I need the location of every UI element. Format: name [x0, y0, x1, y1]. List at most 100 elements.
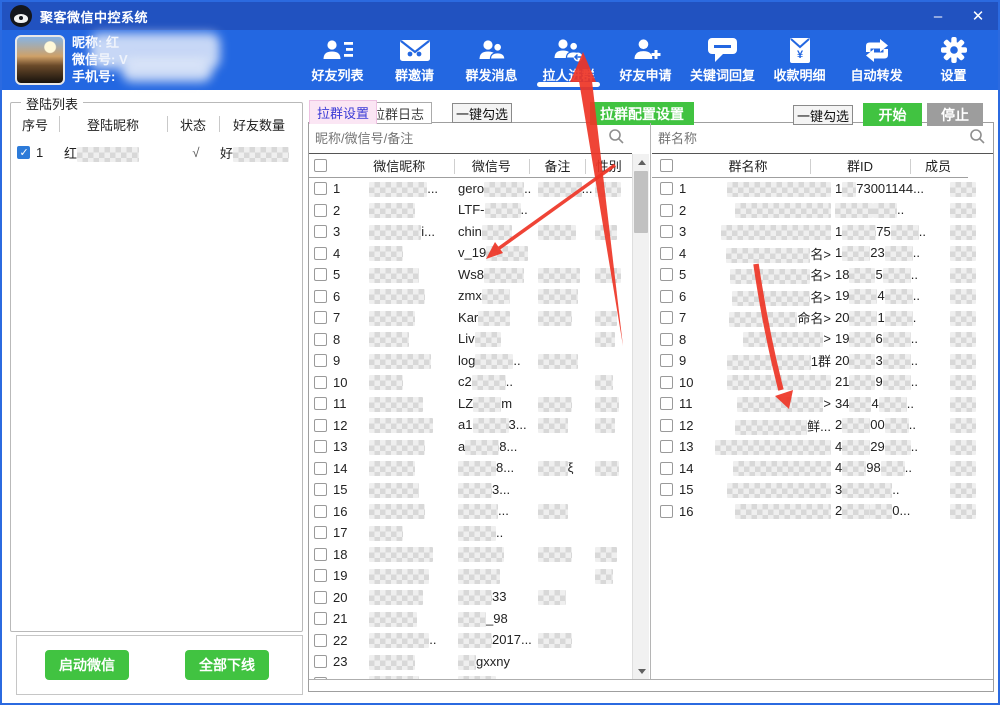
- row-checkbox[interactable]: [314, 462, 327, 475]
- row-checkbox[interactable]: [314, 311, 327, 324]
- row-checkbox[interactable]: [660, 483, 673, 496]
- row-checkbox[interactable]: [314, 354, 327, 367]
- friend-row[interactable]: 10 c2..: [309, 372, 632, 394]
- friend-row[interactable]: 9 log..: [309, 350, 632, 372]
- scrollbar-thumb[interactable]: [634, 171, 648, 233]
- friend-select-all-checkbox[interactable]: [314, 159, 327, 172]
- group-row[interactable]: 3 175..: [652, 221, 993, 243]
- row-checkbox[interactable]: [660, 397, 673, 410]
- group-row[interactable]: 4 名> 123..: [652, 243, 993, 265]
- login-row-checkbox[interactable]: [17, 146, 30, 159]
- row-checkbox[interactable]: [314, 505, 327, 518]
- toolbar-item-mass-message[interactable]: 群发消息: [453, 30, 530, 84]
- group-row[interactable]: 2 ..: [652, 200, 993, 222]
- group-row[interactable]: 16 20...: [652, 501, 993, 523]
- friend-row[interactable]: 14 8... ξ: [309, 458, 632, 480]
- row-checkbox[interactable]: [314, 548, 327, 561]
- friend-search-input[interactable]: [309, 131, 608, 146]
- group-row[interactable]: 7 命名> 201.: [652, 307, 993, 329]
- toolbar-item-friend-list[interactable]: 好友列表: [299, 30, 376, 84]
- row-checkbox[interactable]: [660, 462, 673, 475]
- group-row[interactable]: 11 > 344..: [652, 393, 993, 415]
- row-checkbox[interactable]: [660, 354, 673, 367]
- group-row[interactable]: 12 鲜... 200..: [652, 415, 993, 437]
- toolbar-item-friend-request[interactable]: 好友申请: [607, 30, 684, 84]
- row-checkbox[interactable]: [314, 419, 327, 432]
- group-row[interactable]: 15 3..: [652, 479, 993, 501]
- friend-row[interactable]: 13 a8...: [309, 436, 632, 458]
- friend-row[interactable]: 24: [309, 673, 632, 680]
- toolbar-item-keyword-reply[interactable]: 关键词回复: [684, 30, 761, 84]
- friend-table-scrollbar[interactable]: [632, 154, 649, 679]
- group-row[interactable]: 13 429..: [652, 436, 993, 458]
- toolbar-item-group-invite[interactable]: 群邀请: [376, 30, 453, 84]
- friend-row[interactable]: 8 Liv: [309, 329, 632, 351]
- friend-row[interactable]: 18: [309, 544, 632, 566]
- friend-row[interactable]: 17 ..: [309, 522, 632, 544]
- row-checkbox[interactable]: [314, 634, 327, 647]
- group-row[interactable]: 5 名> 185..: [652, 264, 993, 286]
- row-checkbox[interactable]: [660, 440, 673, 453]
- toolbar-item-pull-into-group[interactable]: 拉人进群: [530, 30, 607, 84]
- friend-row[interactable]: 5 Ws8: [309, 264, 632, 286]
- toolbar-item-auto-forward[interactable]: 自动转发: [838, 30, 915, 84]
- all-offline-button[interactable]: 全部下线: [185, 650, 269, 680]
- row-checkbox[interactable]: [314, 569, 327, 582]
- row-checkbox[interactable]: [660, 505, 673, 518]
- group-row[interactable]: 14 498..: [652, 458, 993, 480]
- select-all-groups-button[interactable]: 一键勾选: [793, 105, 853, 125]
- friend-row[interactable]: 20 33: [309, 587, 632, 609]
- row-checkbox[interactable]: [314, 440, 327, 453]
- row-checkbox[interactable]: [314, 591, 327, 604]
- row-checkbox[interactable]: [314, 483, 327, 496]
- row-checkbox[interactable]: [314, 526, 327, 539]
- group-row[interactable]: 8 > 196..: [652, 329, 993, 351]
- friend-row[interactable]: 7 Kar: [309, 307, 632, 329]
- row-checkbox[interactable]: [660, 376, 673, 389]
- row-checkbox[interactable]: [314, 655, 327, 668]
- close-button[interactable]: ✕: [958, 2, 998, 30]
- friend-row[interactable]: 21 _98: [309, 608, 632, 630]
- friend-row[interactable]: 15 3...: [309, 479, 632, 501]
- toolbar-item-payment-detail[interactable]: ¥ 收款明细: [761, 30, 838, 84]
- row-checkbox[interactable]: [314, 204, 327, 217]
- friend-row[interactable]: 1 ... gero.. ...: [309, 178, 632, 200]
- friend-row[interactable]: 22 .. 2017...: [309, 630, 632, 652]
- minimize-button[interactable]: –: [918, 2, 958, 30]
- scrollbar-down-arrow[interactable]: [633, 663, 650, 679]
- group-row[interactable]: 9 1群 203..: [652, 350, 993, 372]
- friend-row[interactable]: 19: [309, 565, 632, 587]
- group-row[interactable]: 10 219..: [652, 372, 993, 394]
- row-checkbox[interactable]: [660, 268, 673, 281]
- friend-row[interactable]: 4 v_19: [309, 243, 632, 265]
- group-select-all-checkbox[interactable]: [660, 159, 673, 172]
- friend-row[interactable]: 2 LTF-..: [309, 200, 632, 222]
- select-all-friends-button[interactable]: 一键勾选: [452, 103, 512, 123]
- pull-group-config-button[interactable]: 拉群配置设置: [590, 102, 694, 125]
- row-checkbox[interactable]: [660, 290, 673, 303]
- friend-row[interactable]: 11 LZm: [309, 393, 632, 415]
- row-checkbox[interactable]: [314, 376, 327, 389]
- row-checkbox[interactable]: [660, 419, 673, 432]
- start-wechat-button[interactable]: 启动微信: [45, 650, 129, 680]
- tab-pull-group-settings[interactable]: 拉群设置: [309, 100, 377, 124]
- row-checkbox[interactable]: [314, 612, 327, 625]
- group-row[interactable]: 6 名> 194..: [652, 286, 993, 308]
- row-checkbox[interactable]: [660, 225, 673, 238]
- group-row[interactable]: 1 173001144...: [652, 178, 993, 200]
- friend-row[interactable]: 6 zmx: [309, 286, 632, 308]
- friend-row[interactable]: 16 ...: [309, 501, 632, 523]
- row-checkbox[interactable]: [314, 397, 327, 410]
- row-checkbox[interactable]: [314, 182, 327, 195]
- row-checkbox[interactable]: [660, 204, 673, 217]
- friend-row[interactable]: 3 i... chin: [309, 221, 632, 243]
- row-checkbox[interactable]: [314, 333, 327, 346]
- row-checkbox[interactable]: [660, 311, 673, 324]
- row-checkbox[interactable]: [660, 333, 673, 346]
- friend-row[interactable]: 23 gxxny: [309, 651, 632, 673]
- row-checkbox[interactable]: [660, 182, 673, 195]
- row-checkbox[interactable]: [314, 677, 327, 679]
- row-checkbox[interactable]: [314, 225, 327, 238]
- scrollbar-up-arrow[interactable]: [633, 154, 650, 170]
- row-checkbox[interactable]: [314, 247, 327, 260]
